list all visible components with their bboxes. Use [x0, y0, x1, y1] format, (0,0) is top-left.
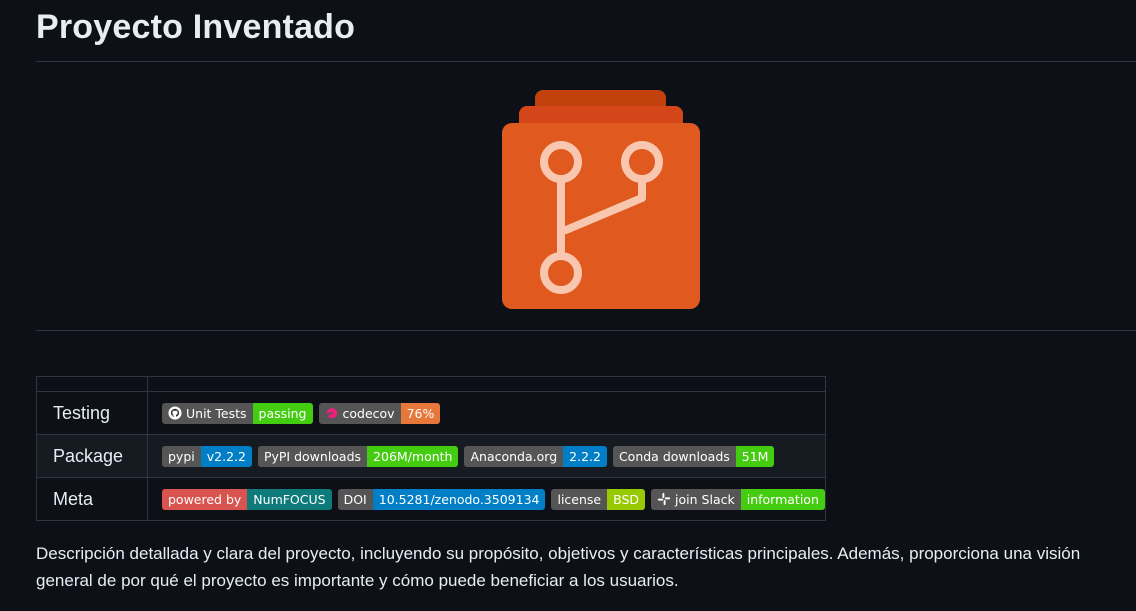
badge-cell: pypi v2.2.2 PyPI downloads 206M/month An… — [147, 434, 826, 478]
unit-tests-badge[interactable]: Unit Tests passing — [162, 402, 313, 424]
badge-left-text: Unit Tests — [186, 405, 247, 421]
badge-left-text: pypi — [162, 445, 201, 467]
badge-cell: Unit Tests passing codecov 76% — [147, 391, 826, 435]
github-icon — [168, 406, 182, 420]
pypi-downloads-badge[interactable]: PyPI downloads 206M/month — [257, 445, 459, 467]
badge-list: powered by NumFOCUS DOI 10.5281/zenodo.3… — [162, 488, 825, 510]
slack-badge[interactable]: join Slack information — [651, 488, 825, 510]
badge-right-text: passing — [252, 402, 313, 424]
badge-right-text: 10.5281/zenodo.3509134 — [372, 488, 546, 510]
badge-list: pypi v2.2.2 PyPI downloads 206M/month An… — [162, 445, 825, 467]
badge-left-text: Anaconda.org — [464, 445, 564, 467]
row-label: Meta — [36, 477, 148, 521]
license-badge[interactable]: license BSD — [551, 488, 646, 510]
numfocus-badge[interactable]: powered by NumFOCUS — [162, 488, 332, 510]
badge-left-text: DOI — [337, 488, 373, 510]
badge-cell: powered by NumFOCUS DOI 10.5281/zenodo.3… — [147, 477, 826, 521]
badge-right-text: 76% — [400, 402, 441, 424]
row-label: Package — [36, 434, 148, 478]
badge-left-text: PyPI downloads — [257, 445, 368, 467]
badge-left-text: codecov — [342, 405, 395, 421]
badge-left: Unit Tests — [162, 402, 253, 424]
badge-left-text: join Slack — [675, 491, 735, 507]
badge-right-text: 2.2.2 — [563, 445, 607, 467]
readme-page: Proyecto Inventado Testing Unit Tests pa… — [0, 0, 1136, 611]
badge-left: codecov — [318, 402, 401, 424]
pypi-version-badge[interactable]: pypi v2.2.2 — [162, 445, 252, 467]
badge-right-text: information — [740, 488, 825, 510]
badge-left: join Slack — [651, 488, 741, 510]
page-title: Proyecto Inventado — [36, 8, 356, 46]
header-cell-badges — [147, 376, 826, 392]
codecov-icon — [326, 408, 337, 419]
table-row-package: Package pypi v2.2.2 PyPI downloads 206M/… — [36, 434, 826, 478]
badge-left-text: Conda downloads — [612, 445, 736, 467]
badge-right-text: BSD — [607, 488, 646, 510]
doi-badge[interactable]: DOI 10.5281/zenodo.3509134 — [337, 488, 546, 510]
anaconda-version-badge[interactable]: Anaconda.org 2.2.2 — [464, 445, 607, 467]
header-cell-label — [36, 376, 148, 392]
project-logo — [500, 90, 702, 310]
project-description: Descripción detallada y clara del proyec… — [36, 544, 1081, 590]
conda-downloads-badge[interactable]: Conda downloads 51M — [612, 445, 775, 467]
logo-divider — [36, 330, 1136, 331]
table-row-testing: Testing Unit Tests passing codecov 76% — [36, 391, 826, 435]
table-header-row — [36, 376, 826, 392]
badge-right-text: 206M/month — [367, 445, 459, 467]
codecov-badge[interactable]: codecov 76% — [318, 402, 441, 424]
badge-right-text: v2.2.2 — [200, 445, 252, 467]
badge-left-text: powered by — [162, 488, 248, 510]
badge-list: Unit Tests passing codecov 76% — [162, 402, 825, 424]
badge-right-text: 51M — [735, 445, 775, 467]
row-label: Testing — [36, 391, 148, 435]
slack-icon — [657, 492, 671, 506]
table-row-meta: Meta powered by NumFOCUS DOI 10.5281/zen… — [36, 477, 826, 521]
badge-right-text: NumFOCUS — [247, 488, 332, 510]
badge-left-text: license — [551, 488, 608, 510]
title-divider — [36, 61, 1136, 62]
badges-table: Testing Unit Tests passing codecov 76% P… — [36, 376, 826, 521]
git-branch-icon — [502, 90, 700, 309]
